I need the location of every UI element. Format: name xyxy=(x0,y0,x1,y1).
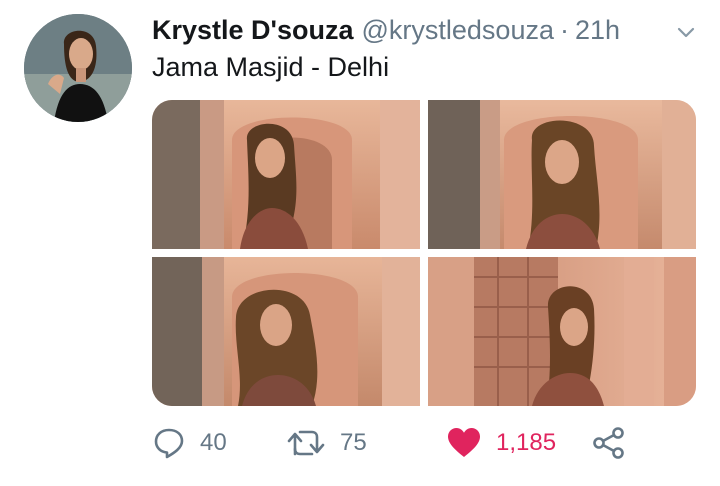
tweet-photo[interactable] xyxy=(152,100,420,249)
tweet-actions: 40 75 1,185 xyxy=(152,420,696,472)
tweet-photo[interactable] xyxy=(152,257,420,406)
heart-icon xyxy=(448,428,480,457)
share-icon xyxy=(593,427,624,459)
author-name[interactable]: Krystle D'souza xyxy=(152,15,354,46)
tweet-header: Krystle D'souza @krystledsouza · 21h xyxy=(152,10,620,50)
tweet[interactable]: Krystle D'souza @krystledsouza · 21h Jam… xyxy=(0,0,720,486)
tweet-photo[interactable] xyxy=(428,257,696,406)
reply-icon xyxy=(154,428,184,459)
retweet-button[interactable]: 75 xyxy=(286,426,367,460)
reply-count: 40 xyxy=(200,429,227,456)
timestamp[interactable]: 21h xyxy=(575,15,620,46)
tweet-text: Jama Masjid - Delhi xyxy=(152,52,390,82)
avatar[interactable] xyxy=(24,14,132,122)
retweet-count: 75 xyxy=(340,429,367,456)
photo-grid xyxy=(152,100,696,406)
chevron-down-icon[interactable] xyxy=(676,22,696,42)
author-handle[interactable]: @krystledsouza xyxy=(362,15,554,46)
tweet-photo[interactable] xyxy=(428,100,696,249)
separator: · xyxy=(559,14,569,45)
retweet-icon xyxy=(287,430,325,456)
reply-button[interactable]: 40 xyxy=(152,426,227,460)
like-button[interactable]: 1,185 xyxy=(446,426,556,460)
share-button[interactable] xyxy=(592,426,640,460)
like-count: 1,185 xyxy=(496,429,557,456)
